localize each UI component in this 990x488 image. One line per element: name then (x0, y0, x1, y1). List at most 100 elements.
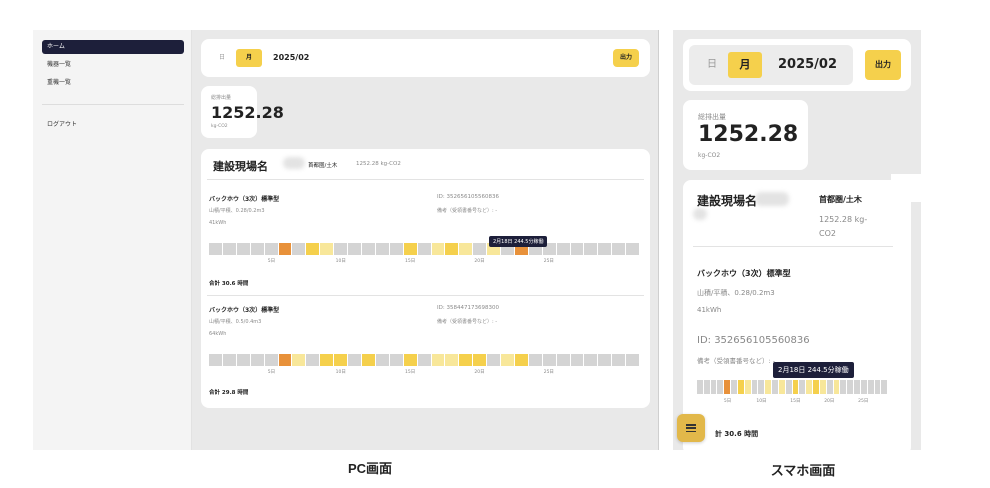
machine-2-day-2[interactable] (222, 354, 236, 366)
machine-2-day-4[interactable] (250, 354, 264, 366)
sp-day-toggle[interactable]: 日 (701, 52, 723, 78)
sp-machine-day-28[interactable] (881, 380, 888, 394)
machine-2-day-17[interactable] (431, 354, 445, 366)
machine-1-day-1[interactable] (209, 243, 222, 255)
machine-1-id: ID: 352656105560836 (437, 194, 499, 200)
machine-2-day-9[interactable] (320, 354, 334, 366)
sp-machine-day-17[interactable] (806, 380, 813, 394)
machine-1-day-15[interactable] (403, 243, 417, 255)
sp-machine-day-26[interactable] (867, 380, 874, 394)
machine-1-day-27[interactable] (570, 243, 584, 255)
sidebar-item-home[interactable]: ホーム (42, 40, 184, 54)
sp-machine-day-24[interactable] (854, 380, 860, 394)
machine-1-day-14[interactable] (389, 243, 403, 255)
machine-1-day-28[interactable] (584, 243, 598, 255)
machine-2-day-3[interactable] (236, 354, 250, 366)
machine-1-day-12[interactable] (361, 243, 375, 255)
machine-1-day-20[interactable] (473, 243, 487, 255)
sp-machine-day-14[interactable] (785, 380, 792, 394)
machine-1-day-6[interactable] (278, 243, 292, 255)
sp-machine-day-1[interactable] (697, 380, 703, 394)
machine-1-day-7[interactable] (292, 243, 306, 255)
machine-2-day-6[interactable] (278, 354, 292, 366)
machine-2-day-23[interactable] (514, 354, 528, 366)
machine-1-day-31[interactable] (626, 243, 640, 255)
machine-1-day-8[interactable] (306, 243, 320, 255)
sp-machine-day-19[interactable] (819, 380, 826, 394)
sp-machine-day-18[interactable] (813, 380, 819, 394)
sp-machine-day-3[interactable] (710, 380, 717, 394)
machine-1-day-9[interactable] (320, 243, 334, 255)
sidebar-item-devices[interactable]: 機器一覧 (42, 58, 184, 72)
machine-2-day-8[interactable] (306, 354, 320, 366)
sp-machine-day-15[interactable] (792, 380, 799, 394)
machine-2-day-18[interactable] (445, 354, 459, 366)
sp-machine-day-4[interactable] (717, 380, 724, 394)
machine-2-day-21[interactable] (487, 354, 501, 366)
output-button[interactable]: 出力 (613, 49, 639, 67)
machine-2-day-24[interactable] (528, 354, 542, 366)
machine-2-day-7[interactable] (292, 354, 306, 366)
sp-machine-day-12[interactable] (772, 380, 778, 394)
machine-2-day-5[interactable] (264, 354, 278, 366)
machine-1-day-26[interactable] (556, 243, 570, 255)
sp-output-button[interactable]: 出力 (865, 50, 901, 80)
machine-2-usage-bar[interactable] (209, 354, 640, 366)
machine-1-day-4[interactable] (250, 243, 264, 255)
sp-machine-day-13[interactable] (778, 380, 785, 394)
sp-machine-day-6[interactable] (731, 380, 737, 394)
machine-2-day-30[interactable] (612, 354, 626, 366)
machine-1-day-30[interactable] (612, 243, 626, 255)
machine-2-day-20[interactable] (473, 354, 487, 366)
machine-1-day-16[interactable] (417, 243, 431, 255)
machine-2-day-12[interactable] (361, 354, 375, 366)
machine-1-day-3[interactable] (236, 243, 250, 255)
sp-machine-day-5[interactable] (724, 380, 731, 394)
machine-1-day-13[interactable] (375, 243, 389, 255)
machine-2-day-16[interactable] (417, 354, 431, 366)
sp-machine-day-27[interactable] (874, 380, 881, 394)
machine-1-day-17[interactable] (431, 243, 445, 255)
machine-2-day-25[interactable] (542, 354, 556, 366)
sp-machine-day-7[interactable] (737, 380, 744, 394)
machine-2-day-31[interactable] (626, 354, 640, 366)
machine-1-usage-bar[interactable] (209, 243, 640, 255)
machine-1-day-29[interactable] (598, 243, 612, 255)
machine-2-day-11[interactable] (348, 354, 361, 366)
sp-machine-day-21[interactable] (833, 380, 840, 394)
machine-1-day-18[interactable] (445, 243, 459, 255)
machine-2-day-28[interactable] (584, 354, 598, 366)
machine-2-day-19[interactable] (459, 354, 473, 366)
machine-2-day-22[interactable] (501, 354, 514, 366)
machine-2-day-10[interactable] (334, 354, 348, 366)
sp-machine-day-23[interactable] (847, 380, 854, 394)
day-toggle[interactable]: 日 (211, 49, 233, 67)
sp-month-toggle[interactable]: 月 (728, 52, 762, 78)
machine-2-day-29[interactable] (598, 354, 612, 366)
machine-1-day-19[interactable] (459, 243, 473, 255)
sp-machine-day-9[interactable] (751, 380, 758, 394)
menu-fab-button[interactable] (677, 414, 705, 442)
machine-2-day-26[interactable] (556, 354, 570, 366)
machine-1-day-5[interactable] (264, 243, 278, 255)
sp-machine-day-11[interactable] (765, 380, 772, 394)
machine-1-day-10[interactable] (334, 243, 348, 255)
machine-2-day-15[interactable] (403, 354, 417, 366)
sp-machine-day-20[interactable] (826, 380, 833, 394)
sp-machine-day-25[interactable] (860, 380, 867, 394)
sp-machine-day-10[interactable] (758, 380, 765, 394)
sp-machine-day-8[interactable] (744, 380, 751, 394)
month-toggle[interactable]: 月 (236, 49, 262, 67)
logout-link[interactable]: ログアウト (42, 118, 184, 132)
sp-machine-usage-bar[interactable] (697, 380, 888, 394)
machine-2-day-27[interactable] (570, 354, 584, 366)
sp-machine-day-16[interactable] (799, 380, 806, 394)
machine-2-day-14[interactable] (389, 354, 403, 366)
sp-machine-day-2[interactable] (703, 380, 710, 394)
sp-machine-day-22[interactable] (840, 380, 847, 394)
machine-2-day-1[interactable] (209, 354, 222, 366)
machine-1-day-11[interactable] (348, 243, 361, 255)
machine-2-day-13[interactable] (375, 354, 389, 366)
machine-1-day-2[interactable] (222, 243, 236, 255)
sidebar-item-machines[interactable]: 重機一覧 (42, 76, 184, 90)
